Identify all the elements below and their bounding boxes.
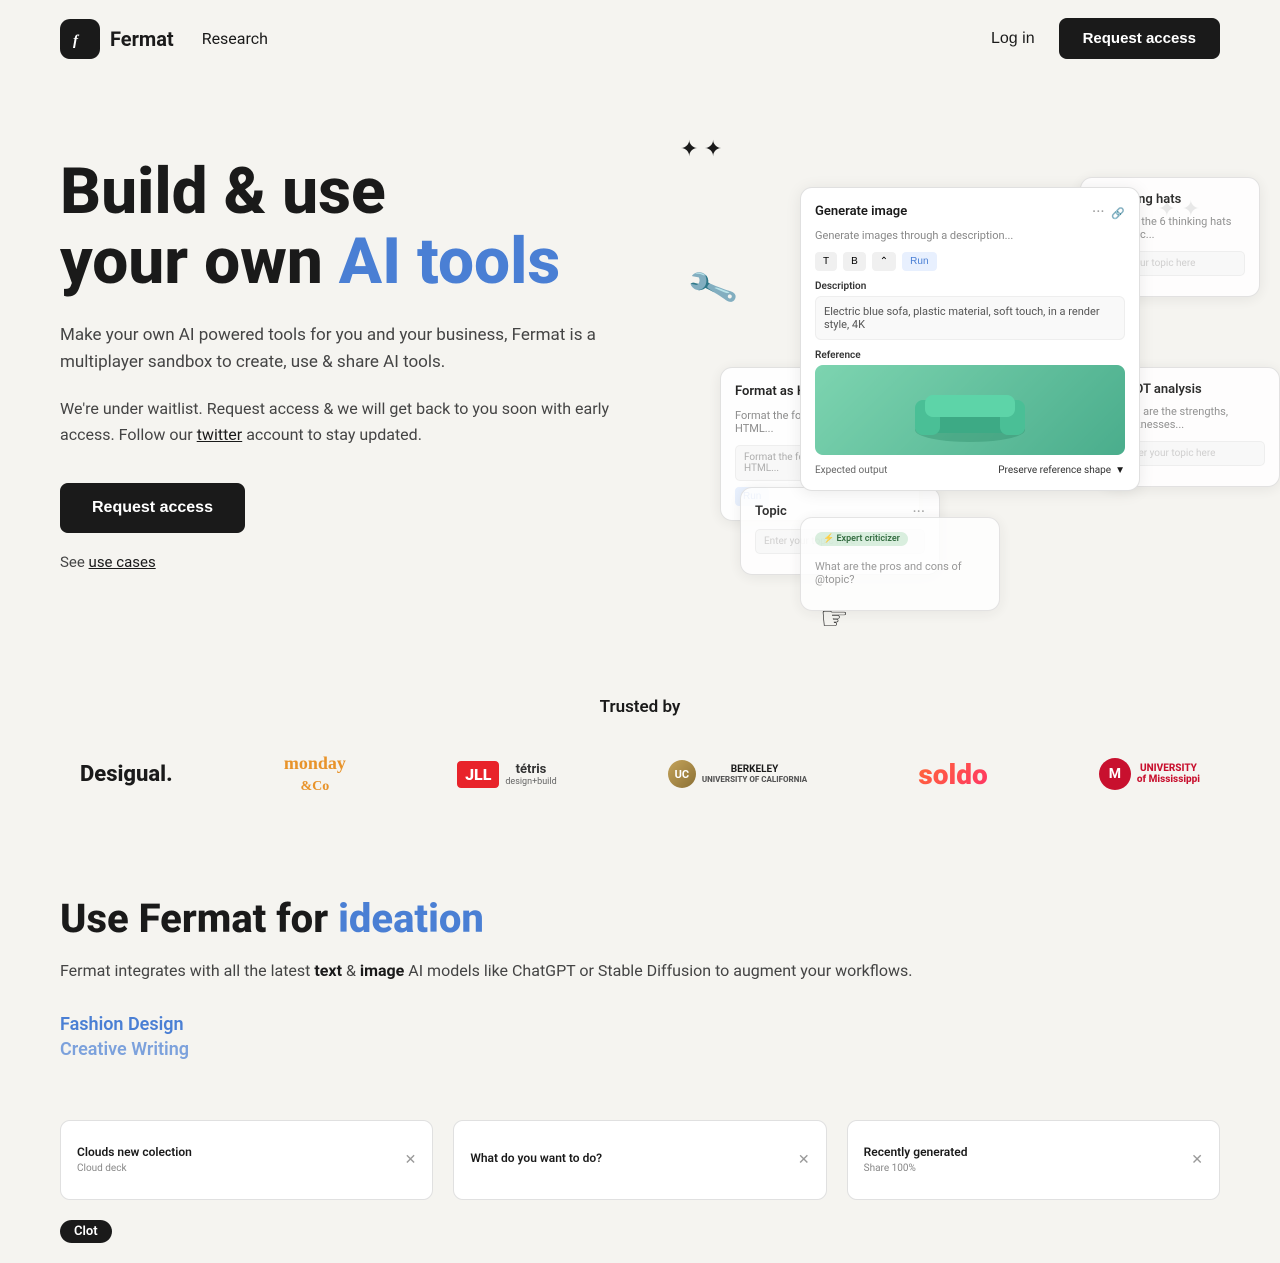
berkeley-sub: UNIVERSITY OF CALIFORNIA xyxy=(702,775,807,784)
screenshot-card-2: What do you want to do? ✕ xyxy=(453,1120,826,1200)
request-access-button-nav[interactable]: Request access xyxy=(1059,18,1220,59)
sc1-close[interactable]: ✕ xyxy=(405,1152,417,1168)
berkeley-seal: UC xyxy=(668,760,696,788)
logos-row: Desigual. monday&Co JLL tétris design+bu… xyxy=(60,753,1220,795)
request-access-button-hero[interactable]: Request access xyxy=(60,483,245,533)
use-section-title: Use Fermat for ideation xyxy=(60,895,1220,942)
category-writing[interactable]: Creative Writing xyxy=(60,1039,1220,1060)
logo-desigual: Desigual. xyxy=(80,762,173,787)
category-fashion[interactable]: Fashion Design xyxy=(60,1014,1220,1035)
hero-section: Build & use your own AI tools Make your … xyxy=(0,77,1280,657)
jll-badge: JLL xyxy=(457,761,499,788)
main-card-subtitle: Generate images through a description... xyxy=(815,229,1125,242)
use-title-plain: Use Fermat for xyxy=(60,895,338,942)
sc3-close[interactable]: ✕ xyxy=(1191,1152,1203,1168)
use-title-highlight: ideation xyxy=(338,895,484,942)
login-button[interactable]: Log in xyxy=(991,30,1035,48)
mockup-container: Format as HTML ··· Format the following … xyxy=(720,167,1260,607)
waitlist-text2: account to stay updated. xyxy=(242,425,422,444)
sc2-title: What do you want to do? xyxy=(470,1151,602,1165)
main-card-dots: ··· xyxy=(1092,202,1105,221)
logo-icon: f xyxy=(60,19,100,59)
logo[interactable]: f Fermat xyxy=(60,19,174,59)
berkeley-name: BERKELEY xyxy=(702,764,807,775)
main-card-title: Generate image xyxy=(815,204,907,219)
umiss-name1: UNIVERSITY xyxy=(1137,763,1200,774)
logo-soldo: soldo xyxy=(918,758,987,791)
sc1-sub: Cloud deck xyxy=(77,1163,192,1174)
output-value: Preserve reference shape xyxy=(998,465,1111,476)
star-decoration-1: ✦ ✦ xyxy=(680,137,722,162)
logo-berkeley: UC BERKELEY UNIVERSITY OF CALIFORNIA xyxy=(668,760,807,788)
toolbar-t-btn[interactable]: T xyxy=(815,252,837,271)
tetris-sub: design+build xyxy=(505,777,556,787)
main-card: Generate image ··· 🔗 Generate images thr… xyxy=(800,187,1140,491)
main-run-button[interactable]: Run xyxy=(902,252,936,271)
chevron-down-icon: ▼ xyxy=(1115,465,1125,476)
logo-jll: JLL tétris design+build xyxy=(457,761,557,788)
use-section: Use Fermat for ideation Fermat integrate… xyxy=(0,845,1280,1100)
topic-card-title: Topic xyxy=(755,504,787,519)
see-use-cases: See use cases xyxy=(60,553,620,571)
umiss-seal: M xyxy=(1099,758,1131,790)
hero-waitlist: We're under waitlist. Request access & w… xyxy=(60,396,620,447)
sc1-title: Clouds new colection xyxy=(77,1145,192,1159)
trusted-section: Trusted by Desigual. monday&Co JLL tétri… xyxy=(0,657,1280,845)
hero-title-line1: Build & use xyxy=(60,154,386,229)
hero-title-line2-plain: your own xyxy=(60,224,339,299)
screenshot-card-1: Clouds new colection Cloud deck ✕ xyxy=(60,1120,433,1200)
umiss-name2: of Mississippi xyxy=(1137,774,1200,785)
hero-title-highlight: AI tools xyxy=(339,224,560,299)
hero-title: Build & use your own AI tools xyxy=(60,157,620,298)
criticizer-tag: ⚡ Expert criticizer xyxy=(815,532,908,546)
logo-text: Fermat xyxy=(110,27,174,51)
ref-label: Reference xyxy=(815,350,1125,361)
use-section-desc: Fermat integrates with all the latest te… xyxy=(60,958,1220,984)
use-cases-link[interactable]: use cases xyxy=(89,553,156,571)
hero-description: Make your own AI powered tools for you a… xyxy=(60,322,620,376)
nav-left: f Fermat Research xyxy=(60,19,268,59)
see-label: See xyxy=(60,553,89,571)
footer-area: Clot xyxy=(0,1200,1280,1263)
nav-right: Log in Request access xyxy=(991,18,1220,59)
hero-mockup: ✦ ✦ ✦ ✦ Format as HTML ··· Format the fo… xyxy=(660,137,1280,657)
screenshots-row: Clouds new colection Cloud deck ✕ What d… xyxy=(0,1120,1280,1200)
link-icon: 🔗 xyxy=(1111,207,1125,220)
reference-image xyxy=(815,365,1125,455)
sc2-close[interactable]: ✕ xyxy=(798,1152,810,1168)
hero-content: Build & use your own AI tools Make your … xyxy=(60,137,620,617)
use-categories: Fashion Design Creative Writing xyxy=(60,1014,1220,1060)
logo-monday: monday&Co xyxy=(284,753,346,795)
navbar: f Fermat Research Log in Request access xyxy=(0,0,1280,77)
criticizer-card: ⚡ Expert criticizer What are the pros an… xyxy=(800,517,1000,611)
nav-research[interactable]: Research xyxy=(202,29,268,48)
logo-umiss: M UNIVERSITY of Mississippi xyxy=(1099,758,1200,790)
tetris-text: tétris xyxy=(505,762,556,777)
desc-value: Electric blue sofa, plastic material, so… xyxy=(815,296,1125,340)
screenshot-card-3: Recently generated Share 100% ✕ xyxy=(847,1120,1220,1200)
toolbar-expand-btn[interactable]: ⌃ xyxy=(872,252,896,271)
sc3-title: Recently generated xyxy=(864,1145,968,1159)
criticizer-subtitle: What are the pros and cons of @topic? xyxy=(815,560,985,586)
toolbar-b-btn[interactable]: B xyxy=(843,252,866,271)
twitter-link[interactable]: twitter xyxy=(197,425,243,444)
sc3-sub: Share 100% xyxy=(864,1163,968,1174)
clot-badge: Clot xyxy=(60,1220,112,1243)
output-label: Expected output xyxy=(815,465,887,476)
trusted-title: Trusted by xyxy=(60,697,1220,717)
desc-label: Description xyxy=(815,281,1125,292)
